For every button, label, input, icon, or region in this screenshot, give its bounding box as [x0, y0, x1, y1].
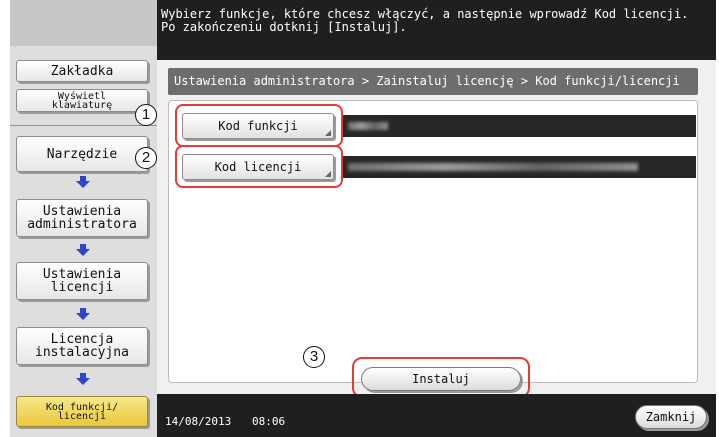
show-keyboard-button[interactable]: Wyświetl klawiaturę	[16, 89, 148, 112]
header: Wybierz funkcje, które chcesz włączyć, a…	[157, 0, 716, 60]
sidebar-item-license-settings[interactable]: Ustawienia licencji	[16, 262, 148, 300]
sidebar-top	[10, 0, 157, 46]
arrow-down-icon	[76, 244, 90, 256]
bookmark-button[interactable]: Zakładka	[16, 60, 148, 82]
function-code-value	[348, 122, 388, 130]
arrow-down-icon	[76, 176, 90, 188]
sidebar-divider	[10, 125, 157, 126]
footer-date: 14/08/2013	[165, 415, 232, 428]
instruction-message: Wybierz funkcje, które chcesz włączyć, a…	[161, 7, 689, 34]
license-code-field[interactable]	[342, 156, 696, 178]
callout-frame-1	[175, 104, 343, 147]
arrow-down-icon	[76, 308, 90, 320]
device-panel: Zakładka Wyświetl klawiaturę Narzędzie U…	[10, 0, 716, 437]
breadcrumb: Ustawienia administratora > Zainstaluj l…	[168, 68, 698, 95]
close-button[interactable]: Zamknij	[635, 405, 707, 429]
sidebar-item-function-license-code[interactable]: Kod funkcji/ licencji	[16, 396, 148, 427]
sidebar: Zakładka Wyświetl klawiaturę Narzędzie U…	[10, 0, 157, 437]
callout-frame-3	[352, 357, 530, 398]
arrow-down-icon	[76, 373, 90, 385]
callout-frame-2	[175, 145, 343, 188]
footer: 14/08/2013 08:06 Zamknij	[157, 394, 716, 437]
sidebar-item-admin-settings[interactable]: Ustawienia administratora	[16, 199, 148, 237]
callout-number-2: 2	[135, 147, 157, 169]
license-code-value	[348, 163, 638, 171]
function-code-field[interactable]	[342, 115, 696, 137]
callout-number-3: 3	[303, 346, 325, 368]
callout-number-1: 1	[135, 104, 157, 126]
footer-time: 08:06	[252, 415, 286, 428]
sidebar-item-install-license[interactable]: Licencja instalacyjna	[16, 327, 148, 365]
main-content: Ustawienia administratora > Zainstaluj l…	[157, 60, 716, 398]
form-area: Kod funkcji Kod licencji Instaluj	[168, 100, 698, 398]
sidebar-item-tool[interactable]: Narzędzie	[16, 136, 148, 172]
